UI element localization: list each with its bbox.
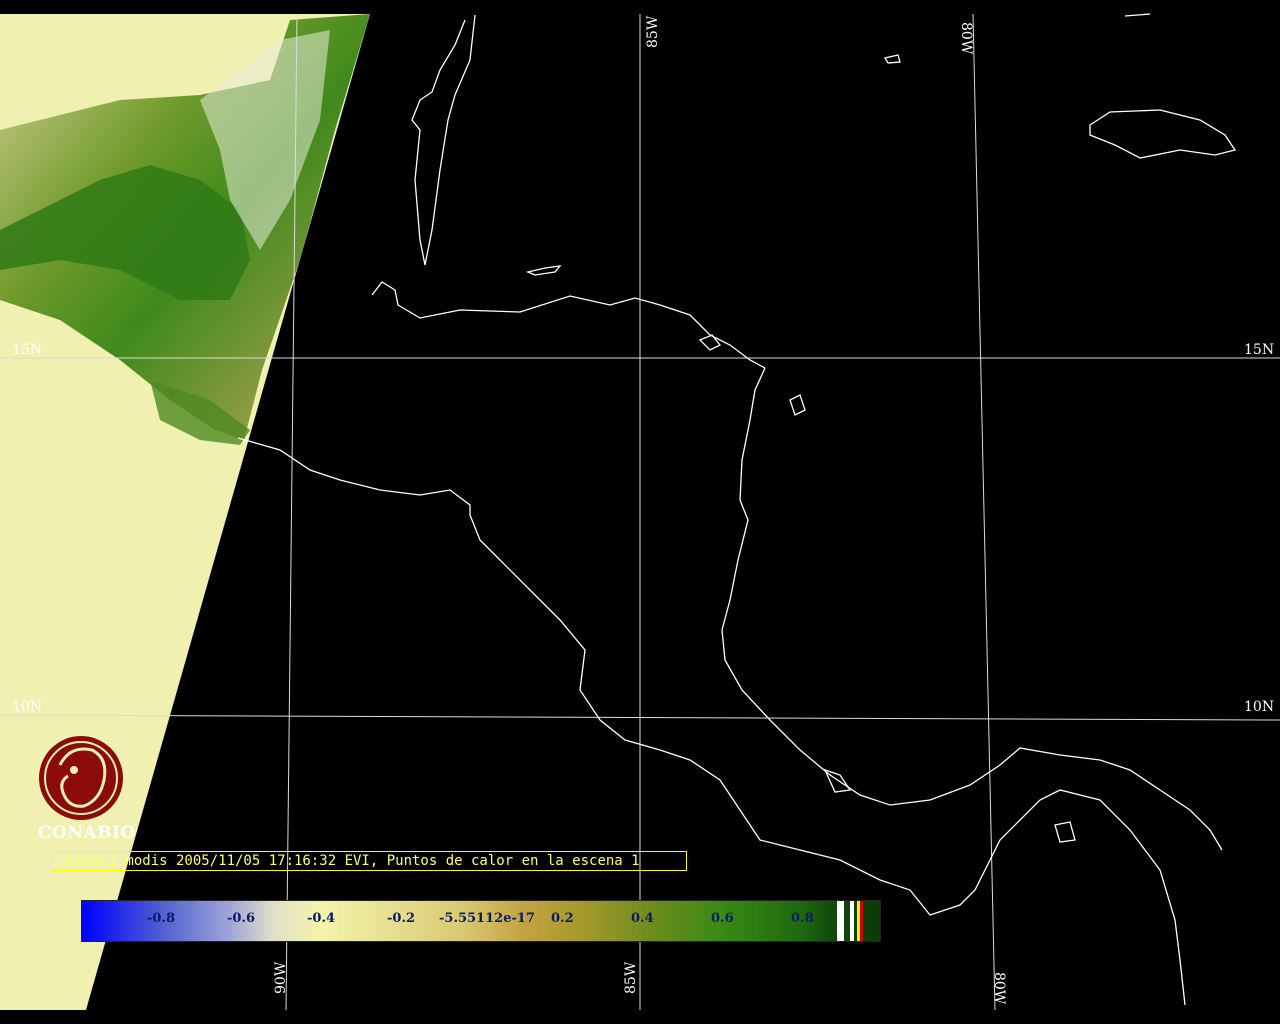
lat-label-15n-left: 15N	[12, 342, 42, 358]
lon-label-85w-bottom: 85W	[623, 961, 639, 994]
scene-caption: terra-1 modis 2005/11/05 17:16:32 EVI, P…	[51, 851, 687, 871]
conabio-logo-text: CONABIO	[38, 823, 136, 843]
lon-label-80w-bottom: 80W	[991, 972, 1007, 1005]
colorbar-red-stripe	[860, 901, 863, 941]
colorbar-tick: 0.4	[631, 911, 654, 926]
colorbar-tick: -0.6	[227, 911, 256, 926]
colorbar-tick: -0.8	[147, 911, 176, 926]
colorbar-white-stripe	[850, 901, 854, 941]
lon-label-85w-top: 85W	[645, 15, 661, 48]
lat-label-15n-right: 15N	[1244, 342, 1274, 358]
conabio-logo-icon	[39, 736, 123, 820]
lat-label-10n-right: 10N	[1244, 699, 1274, 715]
colorbar-white-stripe	[837, 901, 844, 941]
colorbar-tick: -0.4	[307, 911, 336, 926]
map-viewer: 15N 15N 10N 10N 85W 80W 90W 85W 80W CONA…	[0, 0, 1280, 1024]
colorbar-tick: -5.55112e-17	[439, 911, 535, 926]
evi-colorbar: -0.8 -0.6 -0.4 -0.2 -5.55112e-17 0.2 0.4…	[81, 900, 881, 942]
colorbar-tick: -0.2	[387, 911, 416, 926]
colorbar-tick: 0.8	[791, 911, 814, 926]
lon-label-90w-bottom: 90W	[273, 961, 289, 994]
colorbar-tick: 0.2	[551, 911, 574, 926]
lat-label-10n-left: 10N	[12, 699, 42, 715]
colorbar-tick: 0.6	[711, 911, 734, 926]
lon-label-80w-top: 80W	[958, 22, 974, 55]
